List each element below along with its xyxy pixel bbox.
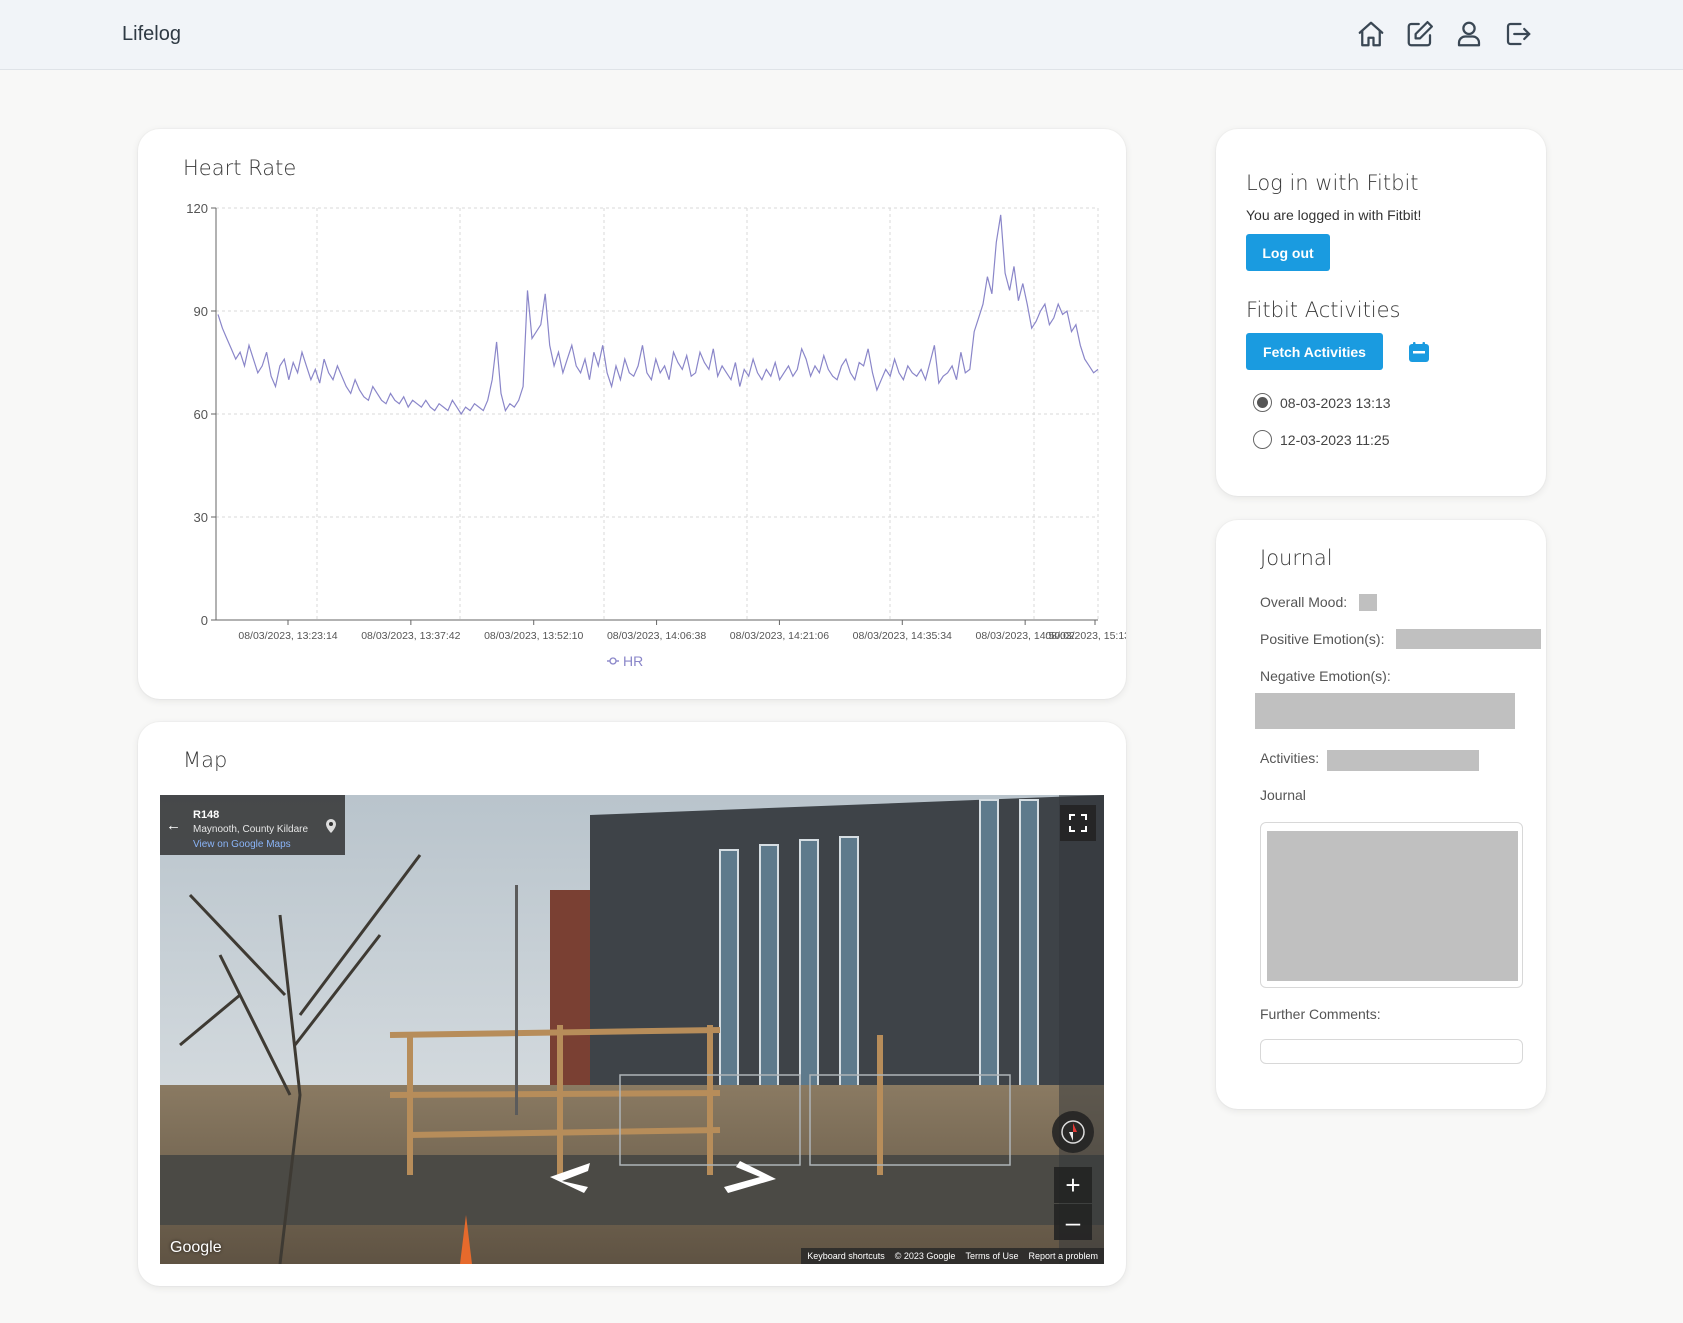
y-tick-label: 90	[194, 304, 208, 319]
activities-label: Activities:	[1260, 750, 1320, 766]
map-card: Map ← R148 Maynooth, County Kildare View…	[138, 722, 1126, 1286]
journal-entry-label: Journal	[1260, 787, 1306, 803]
journal-card: Journal Overall Mood: Positive Emotion(s…	[1216, 520, 1546, 1109]
heart-rate-card: Heart Rate 0 30 60 90 120 08/03/2023, 13:23:1…	[138, 129, 1126, 699]
keyboard-shortcuts-link[interactable]: Keyboard shortcuts	[807, 1251, 885, 1261]
compass-icon	[1061, 1120, 1085, 1144]
street-view[interactable]: ← R148 Maynooth, County Kildare View on …	[160, 795, 1104, 1264]
x-tick-label: 08/03/2023, 14:21:06	[730, 630, 829, 642]
activity-option-2[interactable]: 12-03-2023 11:25	[1253, 430, 1390, 449]
login-status-text: You are logged in with Fitbit!	[1246, 207, 1422, 223]
terms-of-use-link[interactable]: Terms of Use	[965, 1251, 1018, 1261]
hr-series-line	[217, 214, 1099, 416]
street-view-image	[160, 795, 1104, 1264]
user-icon[interactable]	[1453, 18, 1484, 49]
activity-option-label: 08-03-2023 13:13	[1280, 394, 1391, 411]
brand-title[interactable]: Lifelog	[122, 23, 181, 46]
zoom-out-button[interactable]: –	[1054, 1204, 1092, 1240]
compass-button[interactable]	[1052, 1111, 1094, 1153]
place-name: Maynooth, County Kildare	[193, 824, 309, 835]
fullscreen-icon	[1069, 814, 1087, 832]
street-view-footer: Keyboard shortcuts © 2023 Google Terms o…	[801, 1248, 1104, 1264]
overall-mood-value-redacted[interactable]	[1359, 594, 1377, 611]
road-name: R148	[193, 809, 220, 821]
negative-emotions-value-redacted[interactable]	[1255, 693, 1515, 729]
edit-icon[interactable]	[1404, 18, 1435, 49]
y-tick-label: 30	[194, 510, 208, 525]
further-comments-label: Further Comments:	[1260, 1006, 1381, 1022]
x-tick-label: 08/03/2023, 14:35:34	[853, 630, 952, 642]
y-tick-label: 60	[194, 407, 208, 422]
logout-icon[interactable]	[1502, 18, 1533, 49]
journal-text-redacted	[1267, 831, 1518, 981]
back-arrow-icon[interactable]: ←	[166, 817, 181, 834]
map-title: Map	[183, 748, 228, 772]
heart-rate-chart: 0 30 60 90 120 08/03/2023, 13:23:14 08/03/2023…	[186, 201, 1126, 669]
chart-legend[interactable]: HR	[607, 653, 643, 669]
report-problem-link[interactable]: Report a problem	[1028, 1251, 1098, 1261]
negative-emotions-label: Negative Emotion(s):	[1260, 668, 1391, 684]
map-pin-icon[interactable]	[324, 818, 338, 834]
logout-button[interactable]: Log out	[1246, 234, 1330, 271]
fetch-activities-button[interactable]: Fetch Activities	[1246, 333, 1383, 370]
y-tick-label: 120	[186, 201, 208, 216]
activity-option-1[interactable]: 08-03-2023 13:13	[1253, 393, 1391, 412]
x-tick-label: 08/03/2023, 15:13:44	[1045, 630, 1126, 642]
activities-value-redacted[interactable]	[1327, 750, 1479, 771]
x-tick-label: 08/03/2023, 14:06:38	[607, 630, 706, 642]
fitbit-activities-title: Fitbit Activities	[1246, 298, 1401, 322]
calendar-icon[interactable]	[1408, 341, 1430, 363]
fitbit-card: Log in with Fitbit You are logged in wit…	[1216, 129, 1546, 496]
x-tick-label: 08/03/2023, 13:52:10	[484, 630, 583, 642]
view-on-google-maps-link[interactable]: View on Google Maps	[193, 839, 291, 850]
zoom-in-button[interactable]: +	[1054, 1167, 1092, 1203]
copyright-text: © 2023 Google	[894, 1251, 956, 1261]
legend-hr-label: HR	[623, 653, 643, 669]
positive-emotions-label: Positive Emotion(s):	[1260, 631, 1385, 647]
positive-emotions-value-redacted[interactable]	[1396, 629, 1541, 649]
overall-mood-label: Overall Mood:	[1260, 594, 1348, 610]
nav-icons	[1355, 18, 1533, 49]
fitbit-login-title: Log in with Fitbit	[1246, 171, 1419, 195]
activity-option-label: 12-03-2023 11:25	[1280, 431, 1390, 448]
navbar: Lifelog	[0, 0, 1683, 70]
google-logo: Google	[170, 1239, 222, 1256]
journal-title: Journal	[1260, 546, 1333, 570]
radio-button-selected[interactable]	[1253, 393, 1272, 412]
fullscreen-button[interactable]	[1060, 805, 1096, 841]
journal-textarea[interactable]	[1260, 822, 1523, 988]
street-view-info-panel: ← R148 Maynooth, County Kildare View on …	[160, 795, 345, 855]
x-tick-label: 08/03/2023, 13:37:42	[361, 630, 460, 642]
y-tick-label: 0	[201, 613, 208, 628]
x-tick-label: 08/03/2023, 13:23:14	[238, 630, 337, 642]
home-icon[interactable]	[1355, 18, 1386, 49]
radio-button[interactable]	[1253, 430, 1272, 449]
further-comments-input[interactable]	[1260, 1039, 1523, 1064]
